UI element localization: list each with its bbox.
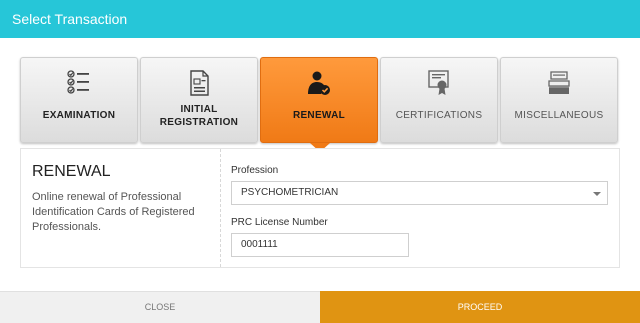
chevron-down-icon	[593, 192, 601, 196]
close-button[interactable]: CLOSE	[0, 291, 320, 323]
document-form-icon	[190, 70, 209, 96]
dialog-title: Select Transaction	[0, 0, 640, 38]
tile-label-line1: INITIAL	[180, 104, 218, 115]
tile-label-line2: REGISTRATION	[159, 117, 239, 128]
stack-icon	[548, 71, 570, 94]
certificate-icon	[428, 70, 449, 95]
panel-title: RENEWAL	[32, 163, 111, 180]
transaction-tiles: EXAMINATION INITIAL REGISTRATION RENEWAL…	[20, 57, 620, 143]
tile-label: CERTIFICATIONS	[395, 110, 483, 121]
tile-examination[interactable]: EXAMINATION	[20, 57, 138, 143]
transaction-details-panel: RENEWAL Online renewal of Professional I…	[20, 148, 620, 268]
tile-label: EXAMINATION	[42, 110, 116, 121]
checklist-icon	[67, 70, 89, 94]
panel-description: Online renewal of Professional Identific…	[32, 191, 195, 233]
select-transaction-dialog: Select Transaction EXAMINATION INITIAL R…	[0, 0, 640, 323]
profession-select[interactable]: PSYCHOMETRICIAN	[231, 181, 608, 205]
profession-label: Profession	[231, 165, 279, 176]
panel-divider	[220, 149, 221, 267]
tile-label: RENEWAL	[292, 110, 346, 121]
tile-label: MISCELLANEOUS	[514, 110, 604, 121]
license-number-input[interactable]: 0001111	[231, 233, 409, 257]
tile-renewal[interactable]: RENEWAL	[260, 57, 378, 143]
tile-initial-registration[interactable]: INITIAL REGISTRATION	[140, 57, 258, 143]
tile-certifications[interactable]: CERTIFICATIONS	[380, 57, 498, 143]
license-number-label: PRC License Number	[231, 217, 328, 228]
profession-selected-value: PSYCHOMETRICIAN	[241, 187, 339, 198]
tile-miscellaneous[interactable]: MISCELLANEOUS	[500, 57, 618, 143]
proceed-button[interactable]: PROCEED	[320, 291, 640, 323]
user-check-icon	[308, 71, 330, 95]
